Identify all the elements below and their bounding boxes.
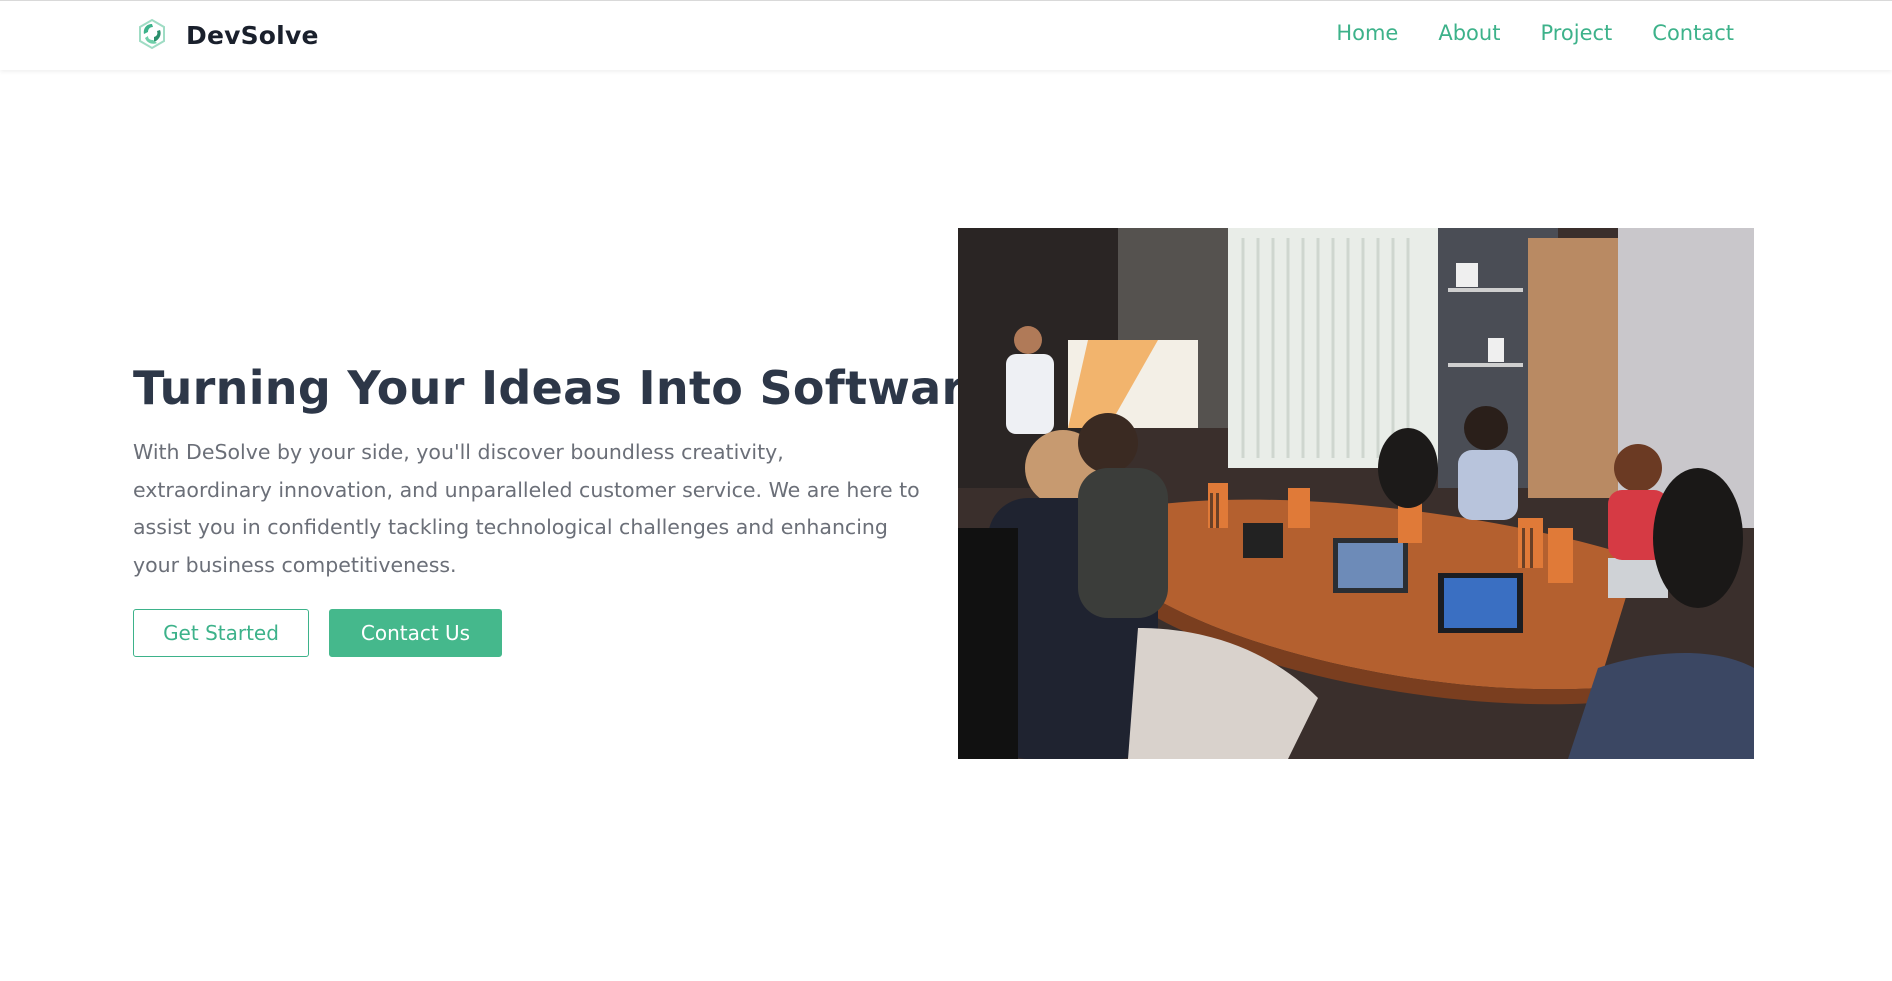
contact-us-button[interactable]: Contact Us	[329, 609, 502, 657]
main-nav: Home About Project Contact	[1336, 21, 1734, 45]
hexagon-swirl-logo-icon	[136, 18, 168, 52]
get-started-button[interactable]: Get Started	[133, 609, 309, 657]
brand-link[interactable]: DevSolve	[136, 17, 319, 53]
hero-description: With DeSolve by your side, you'll discov…	[133, 440, 920, 577]
hero-actions: Get Started Contact Us	[133, 609, 502, 657]
hero-text: Turning Your Ideas Into Software With De…	[133, 358, 997, 584]
nav-project[interactable]: Project	[1540, 21, 1612, 45]
nav-about[interactable]: About	[1438, 21, 1500, 45]
hero-title: Turning Your Ideas Into Software	[133, 361, 997, 415]
hero-image	[958, 228, 1754, 759]
nav-contact[interactable]: Contact	[1652, 21, 1734, 45]
site-header: DevSolve Home About Project Contact	[0, 0, 1892, 70]
brand-name: DevSolve	[186, 20, 319, 50]
nav-home[interactable]: Home	[1336, 21, 1398, 45]
